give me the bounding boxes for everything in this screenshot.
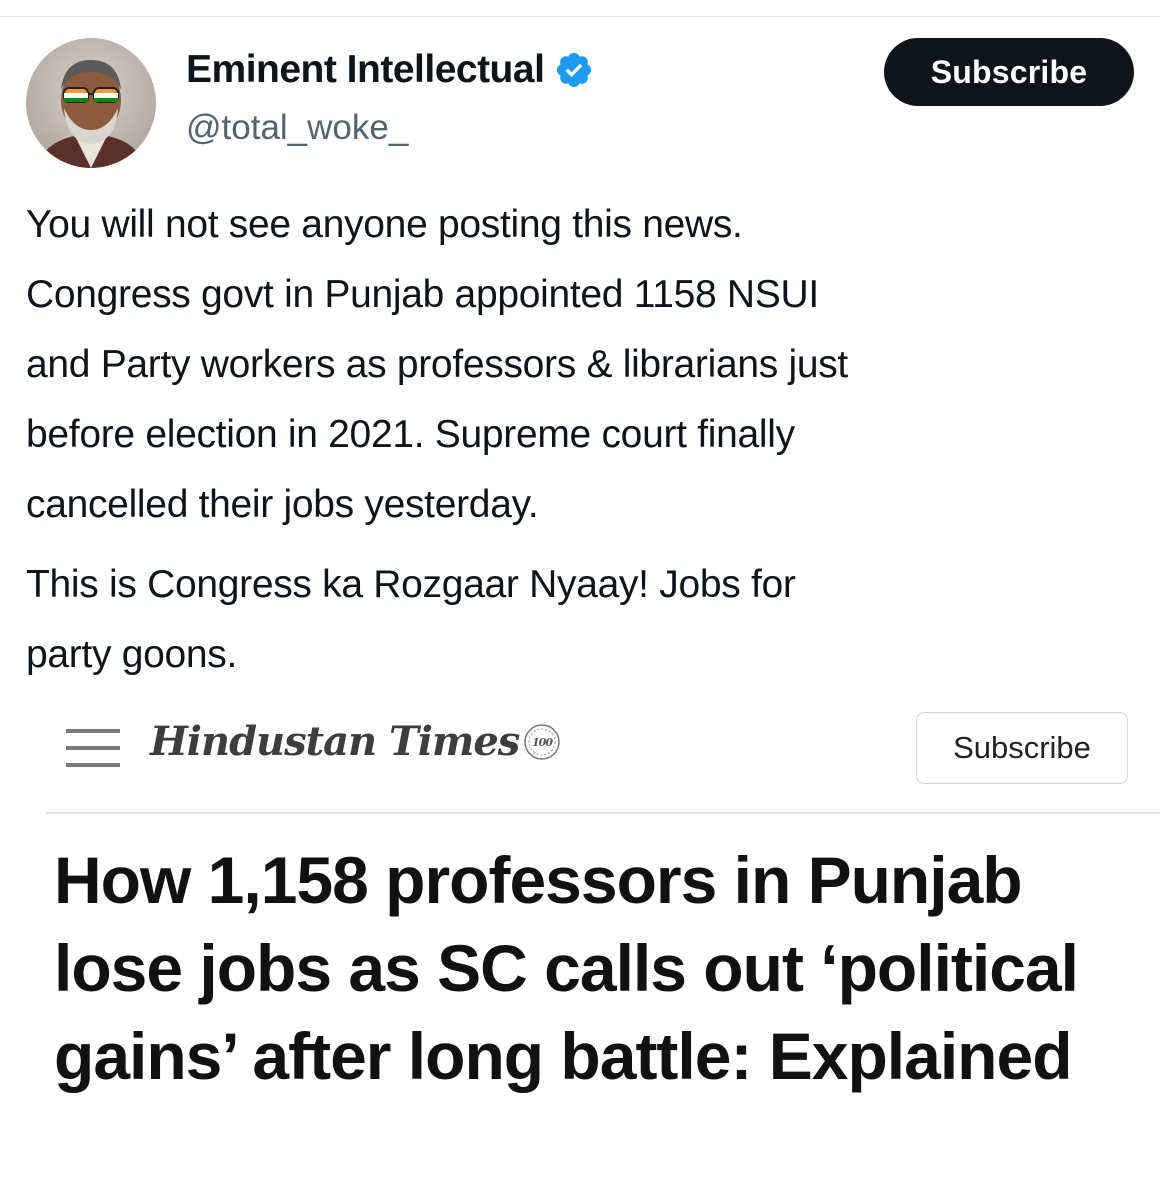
article-headline[interactable]: How 1,158 professors in Punjab lose jobs… xyxy=(54,836,1144,1100)
anniversary-badge-text: 100 xyxy=(532,736,553,749)
article-divider xyxy=(46,812,1160,814)
author-avatar[interactable] xyxy=(26,38,156,168)
display-name-text: Eminent Intellectual xyxy=(186,48,545,91)
hamburger-menu-icon[interactable] xyxy=(66,727,120,769)
tweet-text-paragraph-2: This is Congress ka Rozgaar Nyaay! Jobs … xyxy=(26,563,796,676)
article-subscribe-button[interactable]: Subscribe xyxy=(916,712,1128,784)
author-handle[interactable]: @total_woke_ xyxy=(186,108,408,148)
avatar-image xyxy=(26,38,156,168)
author-display-name[interactable]: Eminent Intellectual xyxy=(186,48,594,92)
publisher-logo-text: Hindustan Times xyxy=(150,718,520,765)
subscribe-button[interactable]: Subscribe xyxy=(884,38,1134,106)
publisher-logo[interactable]: Hindustan Times 100 xyxy=(150,718,561,765)
anniversary-badge-icon: 100 xyxy=(523,723,561,761)
verified-badge-icon xyxy=(554,50,594,90)
tweet-text-paragraph-1: You will not see anyone posting this new… xyxy=(26,203,848,526)
top-divider xyxy=(0,16,1160,17)
